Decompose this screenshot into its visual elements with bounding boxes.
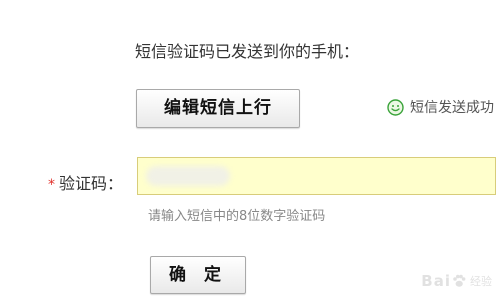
edit-sms-uplink-button[interactable]: 编辑短信上行 (136, 89, 300, 128)
sms-sent-notice: 短信验证码已发送到你的手机： (135, 42, 360, 61)
sms-status: 短信发送成功 (387, 97, 494, 117)
code-hint: 请输入短信中的8位数字验证码 (148, 209, 326, 224)
watermark-text-right: 经验 (470, 275, 492, 288)
smile-icon (387, 98, 404, 116)
baidu-paw-icon (453, 274, 466, 287)
baidu-jingyan-watermark: Bai 经验 (421, 272, 492, 290)
code-field-label: * 验证码： (48, 170, 123, 194)
watermark-text-left: Bai (421, 272, 451, 290)
blurred-code-text (146, 166, 230, 186)
confirm-button[interactable]: 确 定 (150, 256, 246, 294)
required-mark: * (48, 177, 55, 193)
sms-status-text: 短信发送成功 (410, 100, 494, 116)
sms-verification-page: 短信验证码已发送到你的手机： 编辑短信上行 短信发送成功 * 验证码： 请输入短信… (0, 0, 500, 300)
code-label-text: 验证码： (59, 174, 124, 193)
